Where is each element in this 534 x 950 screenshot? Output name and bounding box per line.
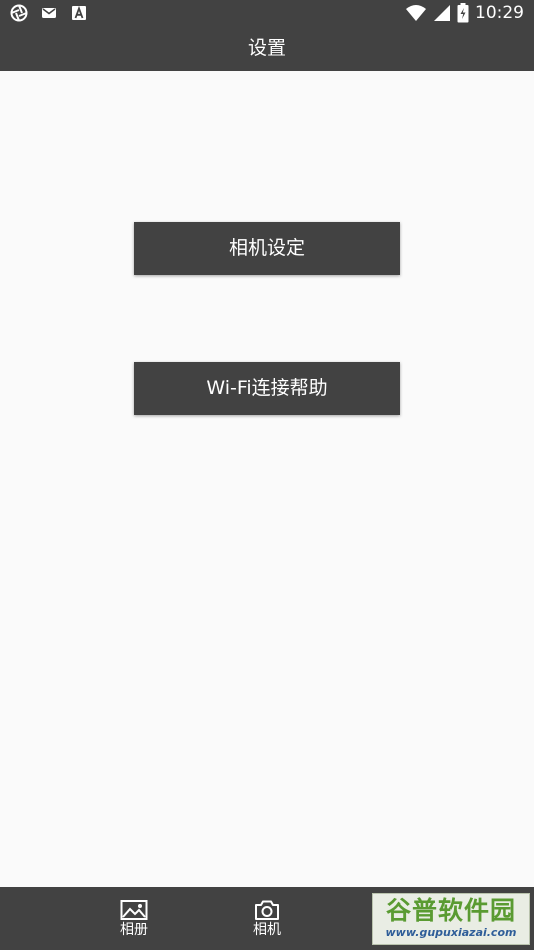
nav-item-camera[interactable]: 相机	[237, 899, 297, 938]
nav-label-camera: 相机	[253, 922, 281, 938]
aperture-icon	[10, 4, 28, 22]
wifi-icon	[406, 5, 426, 21]
nav-item-album[interactable]: 相册	[104, 899, 164, 938]
cell-signal-icon	[434, 5, 450, 21]
wifi-help-button[interactable]: Wi-Fi连接帮助	[134, 362, 400, 415]
nav-label-album: 相册	[120, 922, 148, 938]
camera-icon	[255, 900, 279, 920]
battery-charging-icon	[457, 3, 469, 23]
status-time: 10:29	[475, 3, 524, 23]
image-icon	[120, 900, 148, 920]
wifi-help-label: Wi-Fi连接帮助	[206, 377, 328, 399]
watermark-url: www.gupuxiazai.com	[385, 926, 517, 939]
page-title: 设置	[247, 37, 286, 59]
watermark-logo: 谷普软件园 www.gupuxiazai.com	[372, 893, 530, 945]
status-bar: 10:29	[0, 0, 534, 26]
font-a-icon	[72, 5, 86, 20]
status-icons-right: 10:29	[405, 2, 524, 24]
camera-settings-button[interactable]: 相机设定	[134, 222, 400, 275]
camera-settings-label: 相机设定	[228, 237, 305, 259]
mail-icon	[42, 8, 56, 18]
status-icons-left	[10, 4, 88, 22]
app-bar: 设置	[0, 26, 534, 71]
watermark-title: 谷普软件园	[385, 896, 516, 925]
